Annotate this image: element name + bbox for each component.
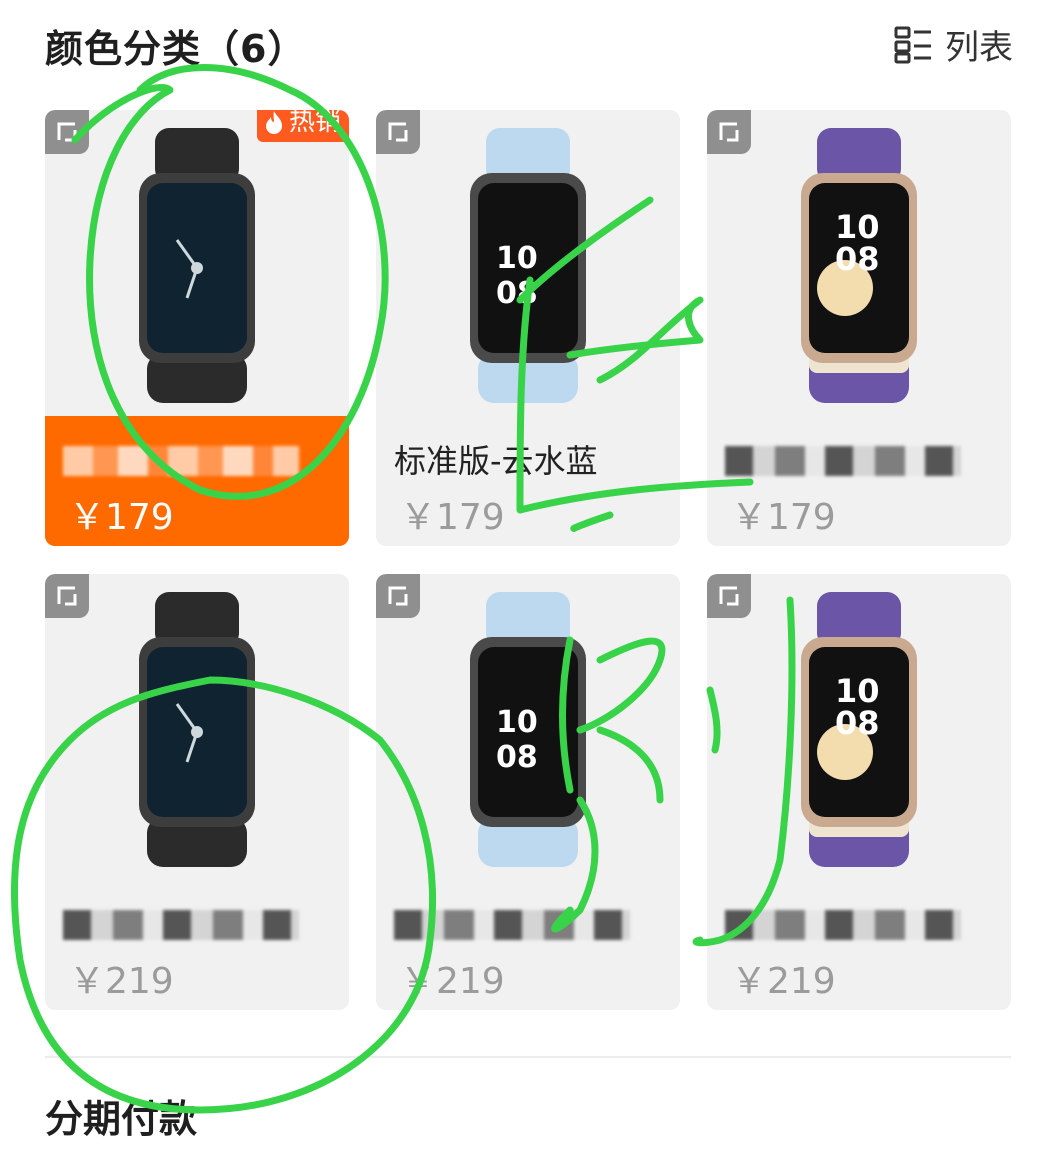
band-watch-black-image <box>139 592 255 867</box>
page-title: 颜色分类（6） <box>45 27 307 71</box>
band-watch-black-image <box>139 128 255 403</box>
expand-icon[interactable] <box>376 574 420 618</box>
band-watch-purple-image: 10 08 <box>801 592 917 867</box>
color-category-header: 颜色分类（6） 列表 <box>0 0 1055 100</box>
svg-text:08: 08 <box>496 276 538 311</box>
product-price: ￥219 <box>69 961 174 1002</box>
product-card-purple-standard[interactable]: 10 08 ￥179 <box>707 110 1011 546</box>
product-info: ￥219 <box>376 880 680 1010</box>
product-price: ￥219 <box>400 961 505 1002</box>
product-name <box>63 446 299 476</box>
product-info: ￥219 <box>707 880 1011 1010</box>
band-watch-blue-image: 10 08 <box>470 128 586 403</box>
band-watch-purple-image: 10 08 <box>801 128 917 403</box>
expand-icon[interactable] <box>707 574 751 618</box>
product-card-blue-nfc[interactable]: 10 08 ￥219 <box>376 574 680 1010</box>
section-divider <box>45 1056 1011 1058</box>
product-card-black-nfc[interactable]: ￥219 <box>45 574 349 1010</box>
svg-text:08: 08 <box>835 704 880 742</box>
product-info: ￥179 <box>707 416 1011 546</box>
list-view-label: 列表 <box>945 27 1013 68</box>
product-info: ￥219 <box>45 880 349 1010</box>
product-name: 标准版-云水蓝 <box>394 442 598 480</box>
expand-icon[interactable] <box>45 110 89 154</box>
list-view-icon <box>894 26 931 64</box>
product-info: ￥179 <box>45 416 349 546</box>
svg-text:08: 08 <box>835 240 880 278</box>
svg-text:10: 10 <box>496 705 538 740</box>
product-info: 标准版-云水蓝 ￥179 <box>376 416 680 546</box>
installment-section-title: 分期付款 <box>45 1097 198 1141</box>
product-price: ￥179 <box>400 497 505 538</box>
product-name <box>394 910 630 940</box>
expand-icon[interactable] <box>707 110 751 154</box>
hot-badge-label: 热销 <box>288 110 341 137</box>
product-card-black-standard[interactable]: 热销 ￥179 <box>45 110 349 546</box>
product-price: ￥219 <box>731 961 836 1002</box>
product-card-blue-standard[interactable]: 10 08 标准版-云水蓝 ￥179 <box>376 110 680 546</box>
expand-icon[interactable] <box>45 574 89 618</box>
product-price: ￥179 <box>69 497 174 538</box>
expand-icon[interactable] <box>376 110 420 154</box>
product-card-purple-nfc[interactable]: 10 08 ￥219 <box>707 574 1011 1010</box>
svg-text:08: 08 <box>496 740 538 775</box>
product-price: ￥179 <box>731 497 836 538</box>
svg-text:10: 10 <box>496 241 538 276</box>
product-name <box>725 446 961 476</box>
product-name <box>63 910 299 940</box>
list-view-toggle[interactable]: 列表 <box>893 22 1013 68</box>
band-watch-blue-image: 10 08 <box>470 592 586 867</box>
product-name <box>725 910 961 940</box>
